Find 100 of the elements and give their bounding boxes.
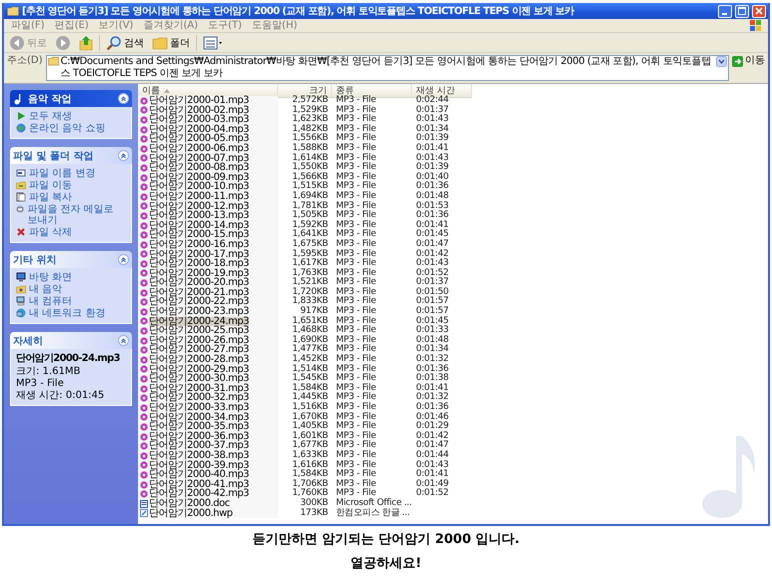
size-cell-text: 1,781KB [291, 202, 329, 211]
go-button[interactable]: 이동 [732, 55, 765, 67]
menu-item[interactable]: 도구(T) [203, 20, 247, 32]
duration-cell-text: 0:01:41 [415, 384, 450, 393]
duration-cell-text: 0:01:36 [415, 403, 450, 412]
type-cell-text: MP3 - File [335, 489, 377, 498]
task-link[interactable]: 내 네트워크 환경 [16, 308, 126, 319]
collapse-icon [118, 93, 129, 104]
menu-item[interactable]: 편집(E) [50, 20, 94, 32]
size-cell-text: 1,592KB [291, 220, 329, 230]
up-button[interactable] [77, 34, 95, 50]
duration-cell-text: 0:01:32 [415, 355, 450, 364]
type-cell-text: MP3 - File [335, 393, 377, 402]
size-cell-text: 1,633KB [291, 450, 329, 460]
duration-cell-text: 0:01:53 [415, 202, 450, 211]
dropdown-icon[interactable] [716, 56, 727, 67]
type-cell-text: MP3 - File [335, 460, 377, 470]
duration-cell-text: 0:01:47 [415, 240, 450, 249]
size-cell-text: 1,556KB [291, 134, 329, 144]
task-link[interactable]: 모두 재생 [16, 111, 126, 122]
task-link[interactable]: 파일을 전자 메일로 보내기 [16, 204, 126, 226]
file-name: 단어암기2000-24.mp3 [16, 353, 121, 365]
task-link[interactable]: 바탕 화면 [16, 272, 126, 283]
duration-cell-text: 0:01:37 [415, 278, 450, 288]
window-title: [추천 영단어 듣기3] 모든 영어시험에 통하는 단어암기 2000 (교재 포함), 어휘 토익토플텝스 TOEICTOFLE TEPS 이젠 보게 보카 [22, 5, 576, 18]
size-cell-text: 1,601KB [291, 432, 329, 441]
duration-cell-text: 0:01:36 [415, 364, 450, 374]
caption-text: 듣기만하면 암기되는 단어암기 2000 입니다. [252, 532, 520, 548]
size-cell-text: 1,514KB [291, 364, 329, 374]
size-cell-text: 1,616KB [291, 460, 329, 470]
duration-cell-text: 0:01:40 [415, 172, 450, 182]
task-link[interactable]: 내 컴퓨터 [16, 296, 126, 307]
task-link[interactable]: 파일 이름 변경 [16, 168, 126, 179]
type-cell-text: MP3 - File [335, 345, 377, 354]
rename-icon [16, 168, 26, 178]
type-cell-text: MP3 - File [335, 374, 377, 384]
duration-cell-text: 0:01:39 [415, 163, 450, 172]
size-cell-text: 917KB [300, 307, 329, 316]
file-name[interactable]: 단어암기2000-24.mp3 [149, 316, 249, 326]
task-link[interactable]: 파일 삭제 [16, 227, 126, 238]
duration-cell-text: 0:01:34 [415, 124, 450, 134]
size-cell-text: 1,677KB [291, 441, 329, 450]
task-link[interactable]: 온라인 음악 쇼핑 [16, 123, 126, 134]
panel-header[interactable]: 파일 및 폴더 작업 [10, 147, 132, 164]
size-cell-text: 1,529KB [291, 106, 329, 115]
task-link[interactable]: 파일 복사 [16, 192, 126, 203]
duration-cell-text: 0:01:43 [415, 154, 450, 163]
task-link[interactable]: 내 음악 [16, 284, 126, 295]
sort-icon [164, 88, 170, 92]
type-cell-text: MP3 - File [335, 124, 377, 134]
task-link[interactable]: 파일 이동 [16, 180, 126, 191]
minimize-button[interactable] [718, 4, 732, 18]
duration-cell-text: 0:01:45 [415, 230, 450, 240]
duration-cell-text: 0:01:47 [415, 441, 450, 450]
size-cell-text: 1,405KB [291, 422, 329, 432]
duration-cell-text: 0:01:43 [415, 115, 450, 124]
size-cell-text: 1,833KB [291, 297, 329, 306]
menu-item[interactable]: 즐겨찾기(A) [138, 20, 203, 32]
type-cell-text: MP3 - File [335, 441, 377, 450]
size-cell-text: 1,706KB [291, 480, 329, 489]
menu-item[interactable]: 보기(V) [94, 20, 138, 32]
size-cell-text: 1,545KB [291, 374, 329, 384]
duration-cell-text: 0:01:57 [415, 307, 450, 316]
panel-header[interactable]: 자세히 [10, 332, 132, 349]
duration-cell-text: 0:01:52 [415, 268, 450, 278]
size-cell-text: 173KB [299, 508, 329, 518]
close-button[interactable] [752, 4, 766, 18]
duration-cell-text: 0:01:29 [415, 422, 450, 432]
menu-item[interactable]: 도움말(H) [246, 20, 302, 32]
panel-header[interactable]: 기타 위치 [10, 251, 132, 268]
maximize-button[interactable] [735, 4, 749, 18]
size-cell-text: 1,617KB [291, 259, 329, 268]
folder-icon [7, 6, 19, 16]
type-cell-text: MP3 - File [335, 364, 377, 374]
duration-cell-text: 0:01:49 [415, 480, 450, 489]
type-cell-text: MP3 - File [335, 316, 377, 326]
type-cell-text: MP3 - File [335, 250, 377, 258]
size-cell-text: 1,694KB [291, 192, 329, 201]
size-cell-text: 1,521KB [291, 278, 329, 288]
duration-cell-text: 0:02:44 [415, 96, 450, 105]
size-cell-text: 1,505KB [291, 211, 329, 220]
views-button[interactable] [201, 34, 225, 50]
address-field[interactable]: C:₩Documents and Settings₩Administrator₩바탕 화면₩[추천 영단어 듣기3] 모든 영어시험에 통하는 단어암기 2000 (교재 포함), 어휘 토익토플텝스 TOEICTOFLE TEPS 이젠 보게 보카 [46, 55, 729, 81]
delete-icon [16, 227, 26, 237]
size-cell-text: 1,584KB [291, 384, 329, 393]
type-cell-text: MP3 - File [335, 202, 377, 211]
folders-button[interactable]: 폴더 [150, 34, 192, 50]
address-label: 주소(D) [7, 55, 43, 67]
duration-cell-text: 0:01:41 [415, 470, 450, 480]
panel-header[interactable]: 음악 작업 [10, 90, 132, 107]
search-button[interactable]: 검색 [104, 34, 146, 50]
type-cell-text: MP3 - File [335, 211, 377, 220]
forward-button[interactable] [53, 34, 73, 50]
type-cell-text: MP3 - File [335, 182, 377, 192]
duration-cell-text: 0:01:37 [415, 106, 450, 115]
collapse-icon [118, 335, 129, 346]
menu-item[interactable]: 파일(F) [6, 20, 50, 32]
size-cell-text: 300KB [299, 498, 329, 508]
mail-icon [16, 204, 24, 214]
type-cell-text: 한컴오피스 한글 ... [335, 508, 411, 518]
